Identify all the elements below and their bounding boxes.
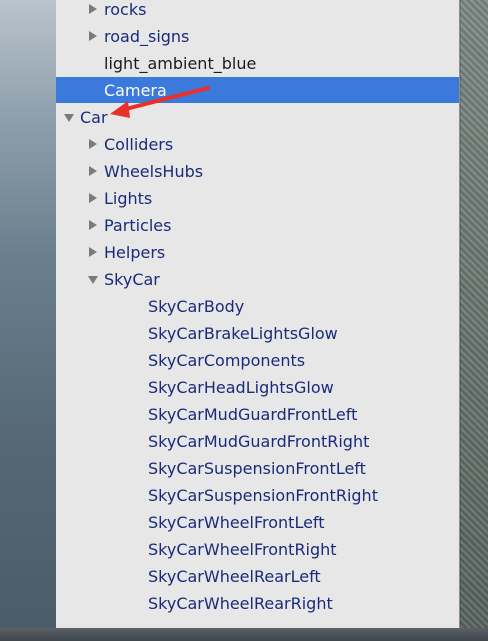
hierarchy-item-label: Particles [104,215,172,235]
hierarchy-item[interactable]: SkyCarWheelRearRight [56,590,459,616]
hierarchy-item-label: Camera [104,80,167,100]
hierarchy-item-label: SkyCarBody [148,296,245,316]
hierarchy-item[interactable]: Camera [56,77,459,103]
hierarchy-item[interactable]: road_signs [56,23,459,49]
hierarchy-item[interactable]: Colliders [56,131,459,157]
triangle-right-icon[interactable] [86,245,100,259]
hierarchy-item-label: SkyCarSuspensionFrontLeft [148,458,366,478]
hierarchy-item-label: SkyCarWheelRearLeft [148,566,321,586]
hierarchy-item-label: SkyCarSuspensionFrontRight [148,485,378,505]
triangle-down-icon[interactable] [62,110,76,124]
hierarchy-item[interactable]: SkyCarWheelRearLeft [56,563,459,589]
hierarchy-item-label: SkyCarWheelFrontRight [148,539,337,559]
hierarchy-item[interactable]: SkyCar [56,266,459,292]
hierarchy-item-label: SkyCarComponents [148,350,306,370]
hierarchy-item[interactable]: Lights [56,185,459,211]
hierarchy-item[interactable]: light_ambient_blue [56,50,459,76]
triangle-right-icon[interactable] [86,164,100,178]
triangle-right-icon[interactable] [86,2,100,16]
hierarchy-item-label: rocks [104,0,147,19]
hierarchy-item[interactable]: SkyCarHeadLightsGlow [56,374,459,400]
triangle-right-icon[interactable] [86,29,100,43]
hierarchy-item-label: WheelsHubs [104,161,204,181]
hierarchy-item-label: Lights [104,188,153,208]
triangle-right-icon[interactable] [86,191,100,205]
hierarchy-item[interactable]: SkyCarMudGuardFrontRight [56,428,459,454]
scene-view-left [0,0,56,641]
hierarchy-item-label: SkyCarMudGuardFrontRight [148,431,370,451]
hierarchy-item-label: SkyCar [104,269,160,289]
hierarchy-item-label: SkyCarHeadLightsGlow [148,377,334,397]
hierarchy-item-label: SkyCarWheelFrontLeft [148,512,325,532]
hierarchy-panel: rocks road_signs light_ambient_blue Camera C… [56,0,460,628]
hierarchy-item[interactable]: WheelsHubs [56,158,459,184]
hierarchy-item[interactable]: SkyCarBrakeLightsGlow [56,320,459,346]
bottom-edge [0,628,488,641]
hierarchy-item[interactable]: SkyCarWheelFrontRight [56,536,459,562]
hierarchy-item[interactable]: rocks [56,0,459,22]
hierarchy-item-label: Helpers [104,242,166,262]
scene-view-right [460,0,488,641]
hierarchy-item[interactable]: SkyCarComponents [56,347,459,373]
hierarchy-item-label: SkyCarWheelRearRight [148,593,333,613]
hierarchy-item[interactable]: SkyCarWheelFrontLeft [56,509,459,535]
hierarchy-item[interactable]: Car [56,104,459,130]
hierarchy-item[interactable]: Helpers [56,239,459,265]
hierarchy-item[interactable]: SkyCarSuspensionFrontRight [56,482,459,508]
hierarchy-item-label: Colliders [104,134,174,154]
hierarchy-item-label: SkyCarBrakeLightsGlow [148,323,338,343]
hierarchy-item-label: SkyCarMudGuardFrontLeft [148,404,358,424]
hierarchy-item-label: light_ambient_blue [104,53,257,73]
triangle-right-icon[interactable] [86,218,100,232]
hierarchy-item-label: Car [80,107,108,127]
hierarchy-item[interactable]: SkyCarMudGuardFrontLeft [56,401,459,427]
triangle-right-icon[interactable] [86,137,100,151]
hierarchy-item-label: road_signs [104,26,190,46]
hierarchy-item[interactable]: Particles [56,212,459,238]
hierarchy-item[interactable]: SkyCarSuspensionFrontLeft [56,455,459,481]
triangle-down-icon[interactable] [86,272,100,286]
hierarchy-item[interactable]: SkyCarBody [56,293,459,319]
